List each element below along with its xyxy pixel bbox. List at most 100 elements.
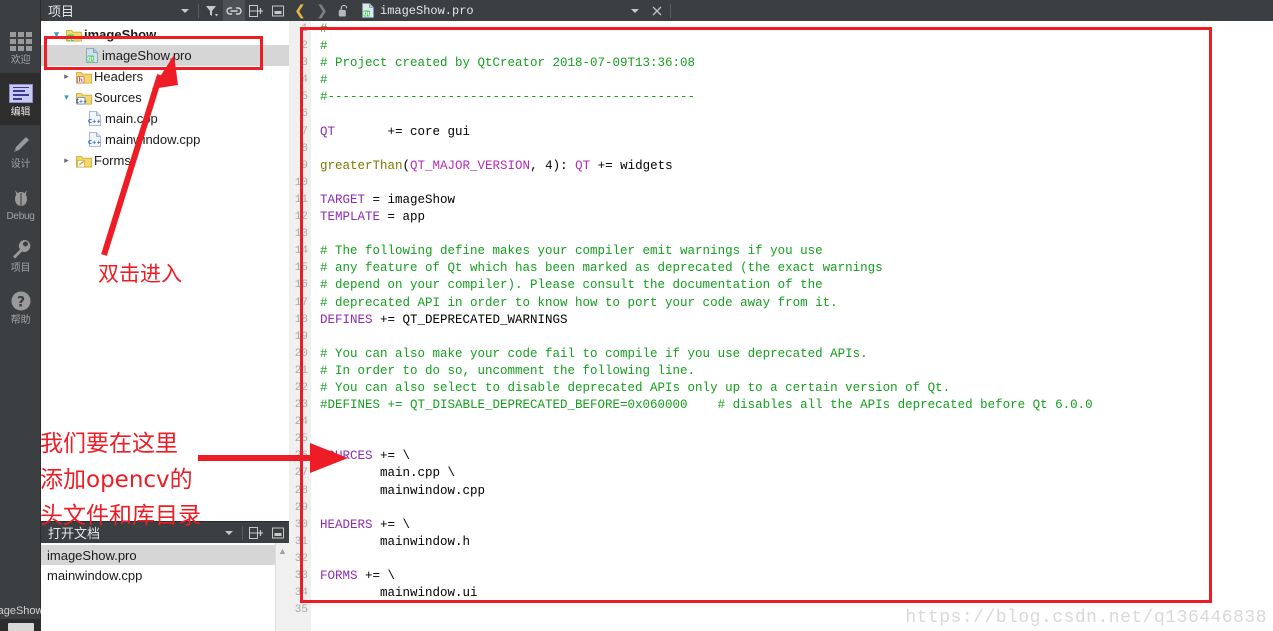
svg-text:?: ? (16, 295, 24, 311)
tree-row-main-cpp[interactable]: C++ main.cpp (41, 108, 289, 129)
code-line[interactable] (311, 602, 1273, 619)
mode-item-projects[interactable]: 项目 (0, 229, 41, 281)
list-item[interactable]: imageShow.pro (41, 545, 275, 565)
editor-tab[interactable]: Qt imageShow.pro (355, 3, 474, 18)
code-text-area[interactable]: #---------------------------------------… (311, 21, 1273, 631)
split-add-icon[interactable] (245, 522, 267, 543)
chevron-down-icon[interactable] (174, 0, 196, 21)
tree-row-mainwindow-cpp[interactable]: C++ mainwindow.cpp (41, 129, 289, 150)
svg-text:C++: C++ (88, 119, 101, 125)
code-line[interactable] (311, 414, 1273, 431)
chevron-right-icon[interactable]: ▸ (59, 71, 74, 82)
code-line[interactable]: TARGET = imageShow (311, 192, 1273, 209)
code-line[interactable]: # (311, 38, 1273, 55)
code-line[interactable]: # Project created by QtCreator 2018-07-0… (311, 55, 1273, 72)
code-token: TEMPLATE (320, 210, 381, 225)
code-token: TARGET (320, 192, 366, 207)
code-line[interactable] (311, 141, 1273, 158)
line-number: 4 (301, 74, 308, 87)
line-number: 9 (301, 159, 308, 172)
code-line[interactable] (311, 175, 1273, 192)
code-line[interactable]: FORMS += \ (311, 568, 1273, 585)
link-icon[interactable] (223, 0, 245, 21)
svg-text:Qt: Qt (363, 11, 370, 17)
mode-item-debug[interactable]: Debug (0, 177, 41, 229)
code-line[interactable]: HEADERS += \ (311, 517, 1273, 534)
code-token: # The following define makes your compil… (320, 244, 823, 259)
code-line[interactable]: # The following define makes your compil… (311, 243, 1273, 260)
line-number: 34 (294, 587, 308, 600)
line-number: 12 (294, 211, 308, 224)
code-line[interactable]: DEFINES += QT_DEPRECATED_WARNINGS (311, 312, 1273, 329)
line-number: 15 (294, 262, 308, 275)
back-arrow-icon[interactable]: ❮ (289, 0, 311, 21)
filter-icon[interactable] (201, 0, 223, 21)
code-line[interactable]: #---------------------------------------… (311, 89, 1273, 106)
chevron-down-icon[interactable]: ▾ (49, 29, 64, 40)
chevron-right-icon[interactable]: ▸ (59, 155, 74, 166)
forward-arrow-icon[interactable]: ❯ (311, 0, 333, 21)
chevron-down-icon[interactable] (218, 522, 240, 543)
chevron-down-icon[interactable]: ▾ (59, 92, 74, 103)
tree-row[interactable]: ▾ Qt imageShow (41, 24, 289, 45)
code-token: = imageShow (365, 192, 456, 207)
code-line[interactable] (311, 551, 1273, 568)
mode-item-edit[interactable]: 编辑 (0, 73, 41, 125)
active-project-tag: imageShow (0, 603, 41, 619)
tree-row-headers[interactable]: ▸ h Headers (41, 66, 289, 87)
open-documents-title: 打开文档 (48, 526, 101, 541)
open-documents-scrollbar[interactable]: ▲ (275, 543, 289, 631)
close-icon[interactable] (646, 0, 668, 21)
mode-item-welcome[interactable]: 欢迎 (0, 21, 41, 73)
code-line[interactable]: #---------------------------------------… (311, 21, 1273, 38)
editor-toolbar: ❮ ❯ Qt imageShow.pro (289, 0, 1273, 21)
code-line[interactable]: # depend on your compiler). Please consu… (311, 277, 1273, 294)
close-split-icon[interactable] (267, 0, 289, 21)
line-number: 11 (294, 193, 308, 206)
list-item[interactable]: mainwindow.cpp (41, 565, 275, 585)
tree-row-forms[interactable]: ▸ Forms (41, 150, 289, 171)
code-line[interactable]: #DEFINES += QT_DISABLE_DEPRECATED_BEFORE… (311, 397, 1273, 414)
code-line[interactable]: TEMPLATE = app (311, 209, 1273, 226)
mode-item-help[interactable]: ? 帮助 (0, 281, 41, 333)
code-line[interactable]: # deprecated API in order to know how to… (311, 295, 1273, 312)
split-add-icon[interactable] (245, 0, 267, 21)
mode-label-edit: 编辑 (10, 107, 31, 118)
code-token: QT (575, 158, 591, 173)
code-token: greaterThan (320, 158, 403, 173)
code-line[interactable]: mainwindow.ui (311, 585, 1273, 602)
code-line[interactable]: QT += core gui (311, 124, 1273, 141)
code-line[interactable] (311, 500, 1273, 517)
line-number: 19 (294, 330, 308, 343)
code-line[interactable]: # In order to do so, uncomment the follo… (311, 363, 1273, 380)
code-token: += \ (372, 449, 411, 464)
code-line[interactable]: greaterThan(QT_MAJOR_VERSION, 4): QT += … (311, 158, 1273, 175)
chevron-down-icon[interactable] (624, 0, 646, 21)
code-token: , 4): (530, 158, 576, 173)
code-line[interactable]: # You can also make your code fail to co… (311, 346, 1273, 363)
tree-row-sources[interactable]: ▾ C++ Sources (41, 87, 289, 108)
mode-item-design[interactable]: 设计 (0, 125, 41, 177)
code-line[interactable]: mainwindow.h (311, 534, 1273, 551)
code-editor[interactable]: 1 2 3 4 5 6 7 8 9 10 11 12 13 14 15 16 17 18 19 20 21 22 23 24 2… (289, 21, 1273, 631)
code-line[interactable]: # You can also select to disable depreca… (311, 380, 1273, 397)
code-token: #---------------------------------------… (320, 90, 696, 105)
tree-row-imageshow-pro[interactable]: Qt imageShow.pro (41, 45, 289, 66)
svg-text:Qt: Qt (87, 56, 94, 62)
code-line[interactable]: SOURCES += \ (311, 448, 1273, 465)
code-line[interactable]: mainwindow.cpp (311, 483, 1273, 500)
code-line[interactable] (311, 431, 1273, 448)
code-line[interactable] (311, 106, 1273, 123)
code-line[interactable] (311, 329, 1273, 346)
code-line[interactable]: main.cpp \ (311, 465, 1273, 482)
code-token: += QT_DEPRECATED_WARNINGS (372, 312, 568, 327)
line-number: 29 (294, 501, 308, 514)
open-documents-list[interactable]: imageShow.pro mainwindow.cpp (41, 543, 275, 585)
code-token: #DEFINES += QT_DISABLE_DEPRECATED_BEFORE… (320, 398, 1093, 413)
close-split-icon[interactable] (267, 522, 289, 543)
code-line[interactable]: # (311, 72, 1273, 89)
project-tree[interactable]: ▾ Qt imageShow Qt imageShow.pro ▸ h Head… (41, 21, 289, 521)
unlocked-padlock-icon[interactable] (333, 0, 355, 21)
code-line[interactable]: # any feature of Qt which has been marke… (311, 260, 1273, 277)
code-line[interactable] (311, 226, 1273, 243)
